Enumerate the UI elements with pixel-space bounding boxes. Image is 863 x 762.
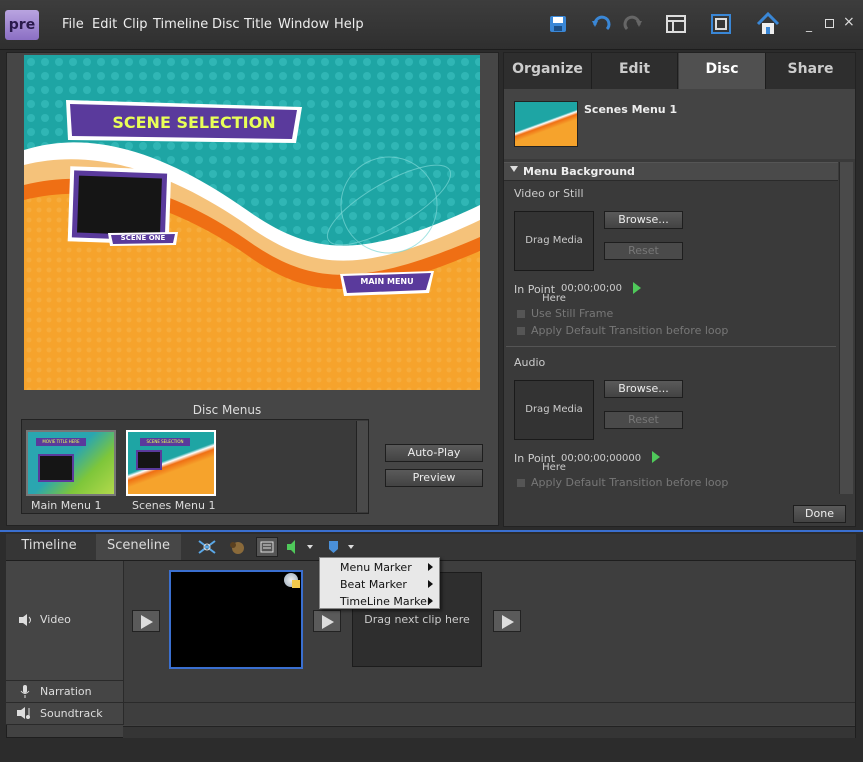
menu-help[interactable]: Help: [334, 17, 364, 32]
audio-in-point-value[interactable]: 00;00;00;00000: [561, 453, 641, 464]
video-transition-checkbox[interactable]: [516, 326, 526, 336]
use-still-frame-checkbox[interactable]: [516, 309, 526, 319]
menu-disc[interactable]: Disc: [212, 17, 240, 32]
thumb-mini-title: SCENE SELECTION: [140, 438, 190, 446]
timeline-marker-item[interactable]: TimeLine Marker: [320, 593, 441, 610]
thumb-scenes-menu[interactable]: SCENE SELECTION: [126, 430, 216, 496]
panel-divider: [0, 530, 863, 532]
thumb-main-menu[interactable]: MOVIE TITLE HERE: [26, 430, 116, 496]
microphone-icon: [18, 684, 32, 698]
tab-disc-menus[interactable]: Disc Menus: [679, 53, 766, 109]
video-in-point-label: In Point: [514, 283, 556, 296]
video-browse-button[interactable]: Browse...: [604, 211, 683, 229]
section-title: Menu Background: [523, 165, 635, 178]
audio-browse-button[interactable]: Browse...: [604, 380, 683, 398]
tab-edit[interactable]: Edit: [592, 53, 678, 89]
maximize-icon[interactable]: [825, 19, 834, 28]
menu-name: Scenes Menu 1: [584, 103, 678, 116]
scene-one-label[interactable]: SCENE ONE: [112, 234, 174, 242]
preview-button[interactable]: Preview: [385, 469, 483, 487]
menu-edit[interactable]: Edit: [92, 17, 117, 32]
menu-window[interactable]: Window: [278, 17, 329, 32]
close-icon[interactable]: ×: [843, 14, 855, 30]
soundtrack-track-label: Soundtrack: [40, 707, 103, 720]
menu-timeline[interactable]: Timeline: [153, 17, 208, 32]
music-speaker-icon: [16, 706, 34, 720]
audio-in-point-label: In Point: [514, 452, 556, 465]
app-logo: pre: [5, 10, 39, 40]
split-clip-icon[interactable]: [197, 538, 217, 556]
menu-clip[interactable]: Clip: [123, 17, 148, 32]
minimize-icon[interactable]: _: [806, 18, 812, 32]
undo-icon[interactable]: [590, 13, 612, 35]
redo-icon[interactable]: [622, 13, 644, 35]
transition-slot[interactable]: [132, 610, 160, 632]
timeline-scrollbar[interactable]: [123, 726, 855, 738]
autoplay-button[interactable]: Auto-Play: [385, 444, 483, 462]
menu-title[interactable]: Title: [244, 17, 272, 32]
narration-track-label: Narration: [40, 685, 92, 698]
marker-context-menu: Menu Marker Beat Marker TimeLine Marker: [319, 557, 440, 609]
lock-icon: [292, 580, 300, 588]
home-icon[interactable]: [755, 11, 781, 37]
scene-selection-title[interactable]: SCENE SELECTION: [104, 113, 284, 132]
disc-menus-heading: Disc Menus: [192, 403, 262, 417]
smart-fix-icon[interactable]: [227, 538, 247, 556]
properties-list-icon[interactable]: [256, 537, 278, 557]
properties-scrollbar[interactable]: [839, 162, 853, 494]
audio-drop-target[interactable]: Drag Media Here: [514, 380, 594, 473]
video-track-label: Video: [40, 613, 71, 626]
thumb-video-frame: [38, 454, 74, 482]
marker-icon[interactable]: [326, 538, 356, 556]
collapse-triangle-icon[interactable]: [510, 166, 518, 172]
done-button[interactable]: Done: [793, 505, 846, 523]
tab-timeline[interactable]: Timeline: [14, 534, 84, 560]
layout-icon[interactable]: [665, 13, 687, 35]
menu-clip[interactable]: [169, 570, 303, 669]
menu-preview-stage[interactable]: SCENE SELECTION SCENE ONE MAIN MENU: [24, 55, 480, 390]
video-reset-button[interactable]: Reset: [604, 242, 683, 260]
menu-background-art: [24, 55, 480, 390]
audio-transition-checkbox[interactable]: [516, 478, 526, 488]
tab-share[interactable]: Share: [766, 53, 855, 89]
narration-track-area[interactable]: [123, 681, 855, 703]
transition-slot[interactable]: [493, 610, 521, 632]
audio-play-icon[interactable]: [652, 451, 660, 463]
video-play-icon[interactable]: [633, 282, 641, 294]
transition-slot[interactable]: [313, 610, 341, 632]
audio-transition-label: Apply Default Transition before loop: [531, 476, 729, 489]
video-transition-label: Apply Default Transition before loop: [531, 324, 729, 337]
audio-mixer-icon[interactable]: [285, 538, 315, 556]
tab-sceneline[interactable]: Sceneline: [96, 534, 181, 560]
tab-organize[interactable]: Organize: [504, 53, 592, 89]
main-menu-button[interactable]: MAIN MENU: [346, 277, 428, 286]
audio-label: Audio: [514, 356, 546, 369]
thumb-video-frame: [136, 450, 162, 470]
use-still-frame-label: Use Still Frame: [531, 307, 614, 320]
video-or-still-label: Video or Still: [514, 187, 584, 200]
menu-marker-item[interactable]: Menu Marker: [320, 559, 441, 576]
soundtrack-track-area[interactable]: [123, 703, 855, 725]
menu-thumbnail: [514, 101, 578, 147]
save-icon[interactable]: [547, 13, 569, 35]
thumb-scrollbar[interactable]: [356, 421, 368, 512]
menu-file[interactable]: File: [62, 17, 84, 32]
thumb-scenes-menu-label: Scenes Menu 1: [132, 499, 216, 512]
fullscreen-icon[interactable]: [710, 13, 732, 35]
audio-reset-button[interactable]: Reset: [604, 411, 683, 429]
video-in-point-value[interactable]: 00;00;00;00: [561, 283, 622, 294]
thumb-mini-title: MOVIE TITLE HERE: [36, 438, 86, 446]
thumb-main-menu-label: Main Menu 1: [31, 499, 102, 512]
speaker-icon: [18, 613, 34, 627]
section-divider: [506, 346, 836, 347]
video-drop-target[interactable]: Drag Media Here: [514, 211, 594, 304]
beat-marker-item[interactable]: Beat Marker: [320, 576, 441, 593]
